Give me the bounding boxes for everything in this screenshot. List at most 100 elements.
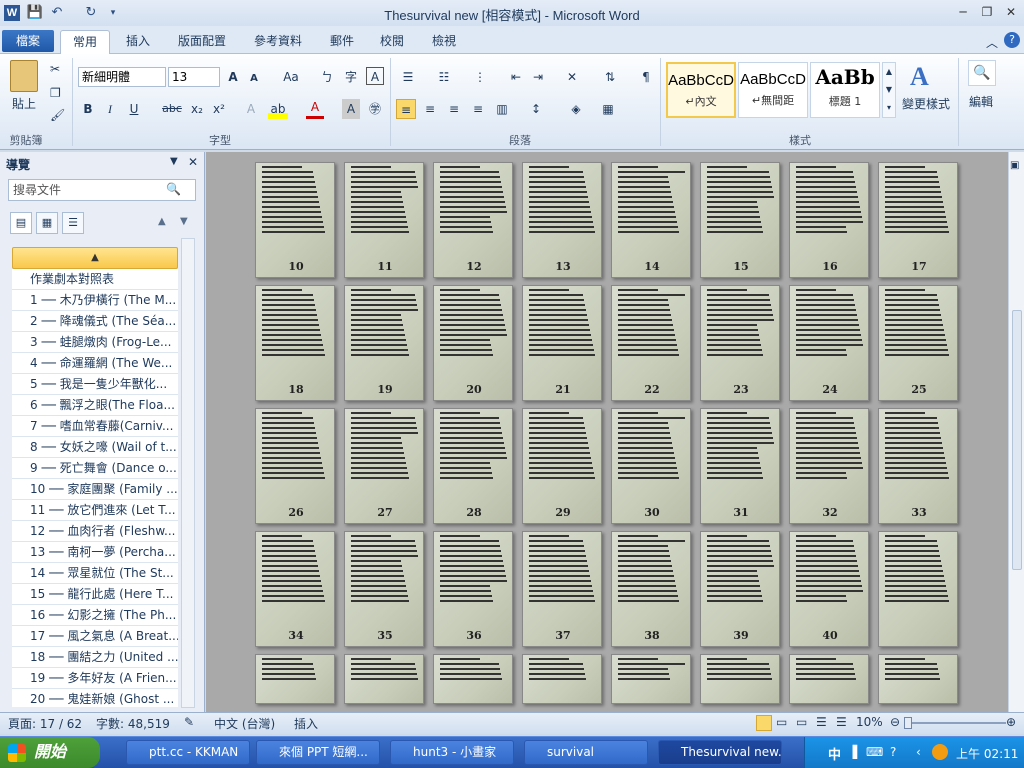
page-thumbnail[interactable] [611,654,691,704]
nav-heading-item[interactable]: 7 ── 嗜血常春藤(Carniv... [12,416,178,437]
zoom-slider-thumb[interactable] [904,717,912,729]
page-thumbnail[interactable]: 19 [344,285,424,401]
line-spacing-icon[interactable]: ↕ [526,99,546,119]
nav-close-icon[interactable]: ✕ [188,155,198,169]
nav-results-tab-icon[interactable]: ☰ [62,212,84,234]
paste-button[interactable]: 貼上 [4,94,44,114]
nav-heading-item[interactable]: 8 ── 女妖之嚎 (Wail of t... [12,437,178,458]
tray-expand-icon[interactable]: ‹ [916,745,921,759]
page-thumbnail[interactable]: 21 [522,285,602,401]
page-thumbnail[interactable]: 24 [789,285,869,401]
web-layout-icon[interactable]: ▭ [796,715,807,729]
change-styles-button[interactable]: 變更樣式 [900,94,952,114]
nav-heading-item[interactable]: 13 ── 南柯一夢 (Percha... [12,542,178,563]
ime-indicator[interactable]: 中 [828,744,841,763]
italic-button[interactable]: I [102,99,118,119]
outline-icon[interactable]: ☰ [816,715,827,729]
zoom-in-icon[interactable]: ⊕ [1006,715,1016,729]
page-thumbnail[interactable] [878,531,958,647]
nav-heading-item[interactable]: 5 ── 我是一隻少年獸化... [12,374,178,395]
style-normal[interactable]: AaBbCcD ↵內文 [666,62,736,118]
page-thumbnail[interactable]: 14 [611,162,691,278]
taskbar-item-chrome[interactable]: 來個 PPT 短網... [256,740,380,765]
nav-collapse-bar[interactable]: ▲ [12,247,178,269]
taskbar-item-word[interactable]: Thesurvival new... [658,740,782,765]
highlight-icon[interactable]: ab [268,99,288,119]
font-color-icon[interactable]: A [306,99,324,119]
status-page[interactable]: 頁面: 17 / 62 [8,715,82,732]
taskbar-item-paint[interactable]: hunt3 - 小畫家 [390,740,514,765]
nav-heading-item[interactable]: 3 ── 蛙腿燉肉 (Frog-Le... [12,332,178,353]
nav-heading-item[interactable]: 17 ── 風之氣息 (A Breat... [12,626,178,647]
tab-layout[interactable]: 版面配置 [170,30,234,54]
nav-heading-item[interactable]: 14 ── 眾星就位 (The St... [12,563,178,584]
status-zoom[interactable]: 10% [856,715,883,729]
align-center-icon[interactable]: ≡ [420,99,440,119]
page-thumbnail[interactable]: 32 [789,408,869,524]
nav-heading-item[interactable]: 作業劇本對照表 [12,269,178,290]
nav-heading-item[interactable]: 6 ── 飄浮之眼(The Floa... [12,395,178,416]
proofing-icon[interactable]: ✎ [184,715,194,729]
style-no-spacing[interactable]: AaBbCcD ↵無間距 [738,62,808,118]
asian-layout-icon[interactable]: ✕ [562,67,582,87]
minimize-icon[interactable]: ─ [952,3,974,21]
enclose-char-icon[interactable]: ㊫ [366,99,384,119]
page-thumbnail[interactable]: 12 [433,162,513,278]
ime-help-icon[interactable]: ? [890,745,896,759]
subscript-button[interactable]: x₂ [188,99,206,119]
multilevel-list-icon[interactable]: ⋮ [470,67,490,87]
page-thumbnail[interactable]: 37 [522,531,602,647]
nav-heading-item[interactable]: 15 ── 龍行此處 (Here T... [12,584,178,605]
page-thumbnail[interactable]: 29 [522,408,602,524]
nav-heading-item[interactable]: 1 ── 木乃伊橫行 (The M... [12,290,178,311]
page-thumbnail[interactable]: 25 [878,285,958,401]
scrollbar-thumb[interactable] [1012,310,1022,570]
char-border-a-icon[interactable]: A [366,67,384,85]
page-thumbnail[interactable]: 22 [611,285,691,401]
page-thumbnail[interactable]: 13 [522,162,602,278]
nav-heading-item[interactable]: 10 ── 家庭團聚 (Family ... [12,479,178,500]
nav-heading-item[interactable]: 16 ── 幻影之擁 (The Ph... [12,605,178,626]
search-icon[interactable]: 🔍 [166,182,181,196]
format-painter-icon[interactable]: 🖌 [50,108,65,122]
taskbar-item-folder[interactable]: survival [524,740,648,765]
cut-icon[interactable]: ✂ [50,62,60,76]
find-icon[interactable]: 🔍 [968,60,996,86]
page-thumbnail[interactable]: 28 [433,408,513,524]
page-thumbnail[interactable]: 38 [611,531,691,647]
page-thumbnail[interactable]: 11 [344,162,424,278]
nav-scrollbar[interactable] [181,238,195,708]
tab-file[interactable]: 檔案 [2,30,54,52]
tab-references[interactable]: 參考資料 [246,30,310,54]
clock[interactable]: 上午 02:11 [956,745,1018,762]
page-thumbnail[interactable] [433,654,513,704]
page-thumbnail[interactable]: 33 [878,408,958,524]
page-thumbnail[interactable] [878,654,958,704]
page-thumbnail[interactable]: 34 [255,531,335,647]
tab-home[interactable]: 常用 [60,30,110,55]
nav-next-icon[interactable]: ▼ [180,216,188,227]
nav-heading-item[interactable]: 4 ── 命運羅網 (The We... [12,353,178,374]
increase-indent-icon[interactable]: ⇥ [528,67,548,87]
strikethrough-button[interactable]: abc [160,99,184,119]
status-mode[interactable]: 插入 [294,715,318,732]
page-thumbnail[interactable]: 23 [700,285,780,401]
nav-prev-icon[interactable]: ▲ [158,216,166,227]
text-effects-icon[interactable]: A [242,99,260,119]
nav-heading-item[interactable]: 19 ── 多年好友 (A Frien... [12,668,178,689]
page-thumbnail[interactable] [522,654,602,704]
zoom-slider[interactable] [906,722,1006,724]
help-icon[interactable]: ? [1004,32,1020,48]
change-styles-icon[interactable]: A [910,62,929,92]
sort-icon[interactable]: ⇅ [600,67,620,87]
superscript-button[interactable]: x² [210,99,228,119]
phonetic-guide-icon[interactable]: ㄅ [318,67,336,87]
nav-heading-item[interactable]: 11 ── 放它們進來 (Let T... [12,500,178,521]
tray-app-icon[interactable] [932,744,948,760]
bullets-icon[interactable]: ☰ [398,67,418,87]
nav-heading-item[interactable]: 20 ── 鬼娃新娘 (Ghost ... [12,689,178,707]
grow-font-button[interactable]: A [224,67,242,87]
font-size-combo[interactable]: 13 [168,67,220,87]
tab-review[interactable]: 校閱 [372,30,412,54]
editing-button[interactable]: 編輯 [962,92,1000,112]
